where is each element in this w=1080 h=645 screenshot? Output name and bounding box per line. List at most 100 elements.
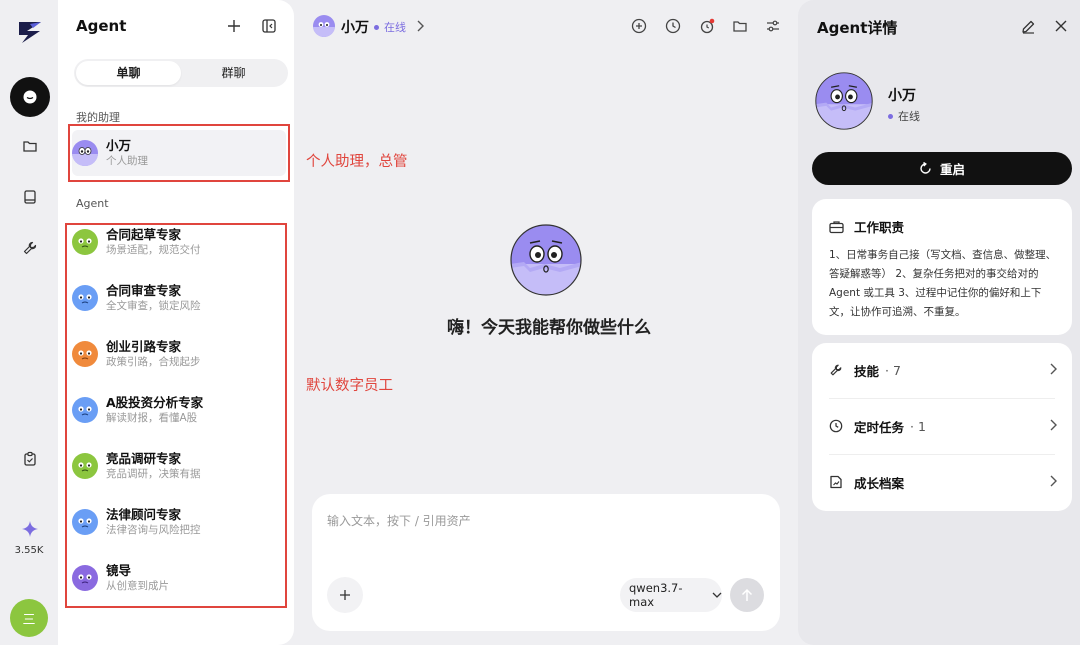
- agent-avatar: [72, 229, 98, 255]
- files-button[interactable]: [730, 16, 750, 36]
- growth-label: 成长档案: [854, 475, 905, 491]
- model-name: qwen3.7-max: [629, 581, 683, 609]
- tab-group-chat[interactable]: 群聊: [181, 61, 286, 85]
- tab-single-chat[interactable]: 单聊: [76, 61, 181, 85]
- agent-item-legal-advisor[interactable]: 法律顾问专家法律咨询与风险把控: [72, 499, 286, 545]
- settings-button[interactable]: [763, 16, 783, 36]
- chat-nav-button[interactable]: [10, 77, 50, 117]
- assistant-annotation: 个人助理，总管: [306, 154, 408, 170]
- assistant-item[interactable]: 小万 个人助理: [72, 130, 286, 176]
- agent-item-contract-draft[interactable]: 合同起草专家 场景适配，规范交付: [72, 219, 286, 265]
- agent-item-director[interactable]: 镜导 从创意到成片: [72, 555, 286, 601]
- app-logo[interactable]: [16, 18, 44, 46]
- clipboard-icon: [22, 451, 38, 467]
- scheduled-label: 定时任务: [854, 419, 905, 435]
- restart-button[interactable]: 重启: [812, 152, 1072, 185]
- agent-item-competitor-research[interactable]: 竞品调研专家 竞品调研，决策有据: [72, 443, 286, 489]
- plus-icon: [227, 19, 241, 33]
- agents-section-label: Agent: [76, 197, 109, 210]
- tools-nav-button[interactable]: [10, 228, 50, 268]
- agent-name: 合同审查专家: [106, 283, 182, 298]
- sparkle-icon: [21, 520, 39, 538]
- agent-item-startup-guide[interactable]: 创业引路专家 政策引路，合规起步: [72, 331, 286, 377]
- wrench-icon: [829, 363, 843, 377]
- agent-subtitle: 法律咨询与风险把控: [106, 524, 201, 536]
- detail-links-card: 技能 · 7 定时任务 · 1 成长档案: [812, 343, 1072, 511]
- agents-annotation: 默认数字员工: [306, 378, 393, 394]
- skills-row[interactable]: 技能 · 7: [829, 343, 1057, 397]
- agent-avatar: [72, 565, 98, 591]
- duty-title: 工作职责: [854, 220, 905, 235]
- new-topic-button[interactable]: [629, 16, 649, 36]
- document-chart-icon: [829, 475, 843, 489]
- assistant-avatar: [72, 140, 98, 166]
- send-button[interactable]: [730, 578, 764, 612]
- sidebar-collapse-icon: [262, 19, 276, 33]
- close-button[interactable]: [1051, 16, 1071, 36]
- agent-subtitle: 政策引路，合规起步: [106, 356, 201, 368]
- agent-avatar: [72, 341, 98, 367]
- agent-avatar: [72, 285, 98, 311]
- duty-card: 工作职责 1、日常事务自己接（写文档、查信息、做整理、答疑解惑等） 2、复杂任务…: [812, 199, 1072, 335]
- detail-status-text: 在线: [898, 110, 920, 123]
- restart-label: 重启: [939, 162, 965, 177]
- mascot-illustration: [510, 224, 582, 296]
- scheduled-count: · 1: [910, 418, 926, 434]
- arrow-up-icon: [741, 588, 753, 602]
- agent-sidebar: Agent 单聊 群聊 我的助理 小万 个人助理 Agent 合同起草专家 场景适…: [58, 0, 294, 645]
- agent-subtitle: 从创意到成片: [106, 580, 169, 592]
- chevron-right-icon[interactable]: [415, 19, 425, 33]
- online-dot: [888, 113, 893, 119]
- files-nav-button[interactable]: [10, 126, 50, 166]
- user-avatar[interactable]: 三: [10, 599, 48, 637]
- scheduled-tasks-row[interactable]: 定时任务 · 1: [829, 399, 1057, 453]
- agent-avatar: [72, 397, 98, 423]
- detail-name: 小万: [888, 88, 916, 104]
- agent-subtitle: 解读财报，看懂A股: [106, 412, 198, 424]
- assistant-subtitle: 个人助理: [106, 155, 148, 167]
- edit-button[interactable]: [1018, 16, 1038, 36]
- status-text: 在线: [384, 21, 406, 34]
- scheduled-button[interactable]: [697, 16, 717, 36]
- skills-label: 技能: [854, 363, 880, 379]
- detail-avatar: [815, 72, 873, 130]
- assistant-name: 小万: [106, 138, 132, 153]
- agent-name: 法律顾问专家: [106, 507, 182, 522]
- attach-button[interactable]: [327, 577, 363, 613]
- chat-header-name[interactable]: 小万: [341, 17, 369, 37]
- history-button[interactable]: [663, 16, 683, 36]
- greeting-text: 嗨！今天我能帮你做些什么: [447, 318, 651, 338]
- library-nav-button[interactable]: [10, 177, 50, 217]
- message-composer: qwen3.7-max: [312, 494, 780, 631]
- close-icon: [1055, 20, 1067, 32]
- model-selector[interactable]: qwen3.7-max: [620, 578, 722, 612]
- agent-avatar: [72, 509, 98, 535]
- my-assistant-label: 我的助理: [76, 111, 120, 124]
- credits-button[interactable]: [10, 509, 50, 549]
- chat-header-status: 在线: [374, 19, 406, 35]
- clock-icon: [665, 18, 681, 34]
- agent-item-a-share-analysis[interactable]: A股投资分析专家 解读财报，看懂A股: [72, 387, 286, 433]
- sliders-icon: [765, 18, 781, 34]
- chat-header-avatar: [313, 15, 335, 37]
- tasks-nav-button[interactable]: [10, 439, 50, 479]
- collapse-sidebar-button[interactable]: [259, 16, 279, 36]
- sidebar-title: Agent: [76, 17, 127, 35]
- duty-text: 1、日常事务自己接（写文档、查信息、做整理、答疑解惑等） 2、复杂任务把对的事交…: [829, 249, 1057, 318]
- online-dot: [374, 24, 379, 30]
- pencil-icon: [1021, 19, 1036, 34]
- agent-item-contract-review[interactable]: 合同审查专家 全文审查，锁定风险: [72, 275, 286, 321]
- message-input[interactable]: [327, 514, 757, 528]
- agent-name: 竞品调研专家: [106, 451, 182, 466]
- chevron-right-icon: [1049, 475, 1057, 487]
- book-icon: [22, 189, 38, 205]
- agent-name: 合同起草专家: [106, 227, 182, 242]
- detail-status: 在线: [888, 108, 920, 124]
- growth-record-row[interactable]: 成长档案: [829, 455, 1057, 509]
- new-chat-button[interactable]: [224, 16, 244, 36]
- folder-icon: [22, 138, 38, 154]
- agent-name: 镜导: [106, 563, 132, 578]
- chat-icon: [22, 89, 38, 105]
- skills-count: · 7: [885, 362, 901, 378]
- add-circle-icon: [631, 18, 647, 34]
